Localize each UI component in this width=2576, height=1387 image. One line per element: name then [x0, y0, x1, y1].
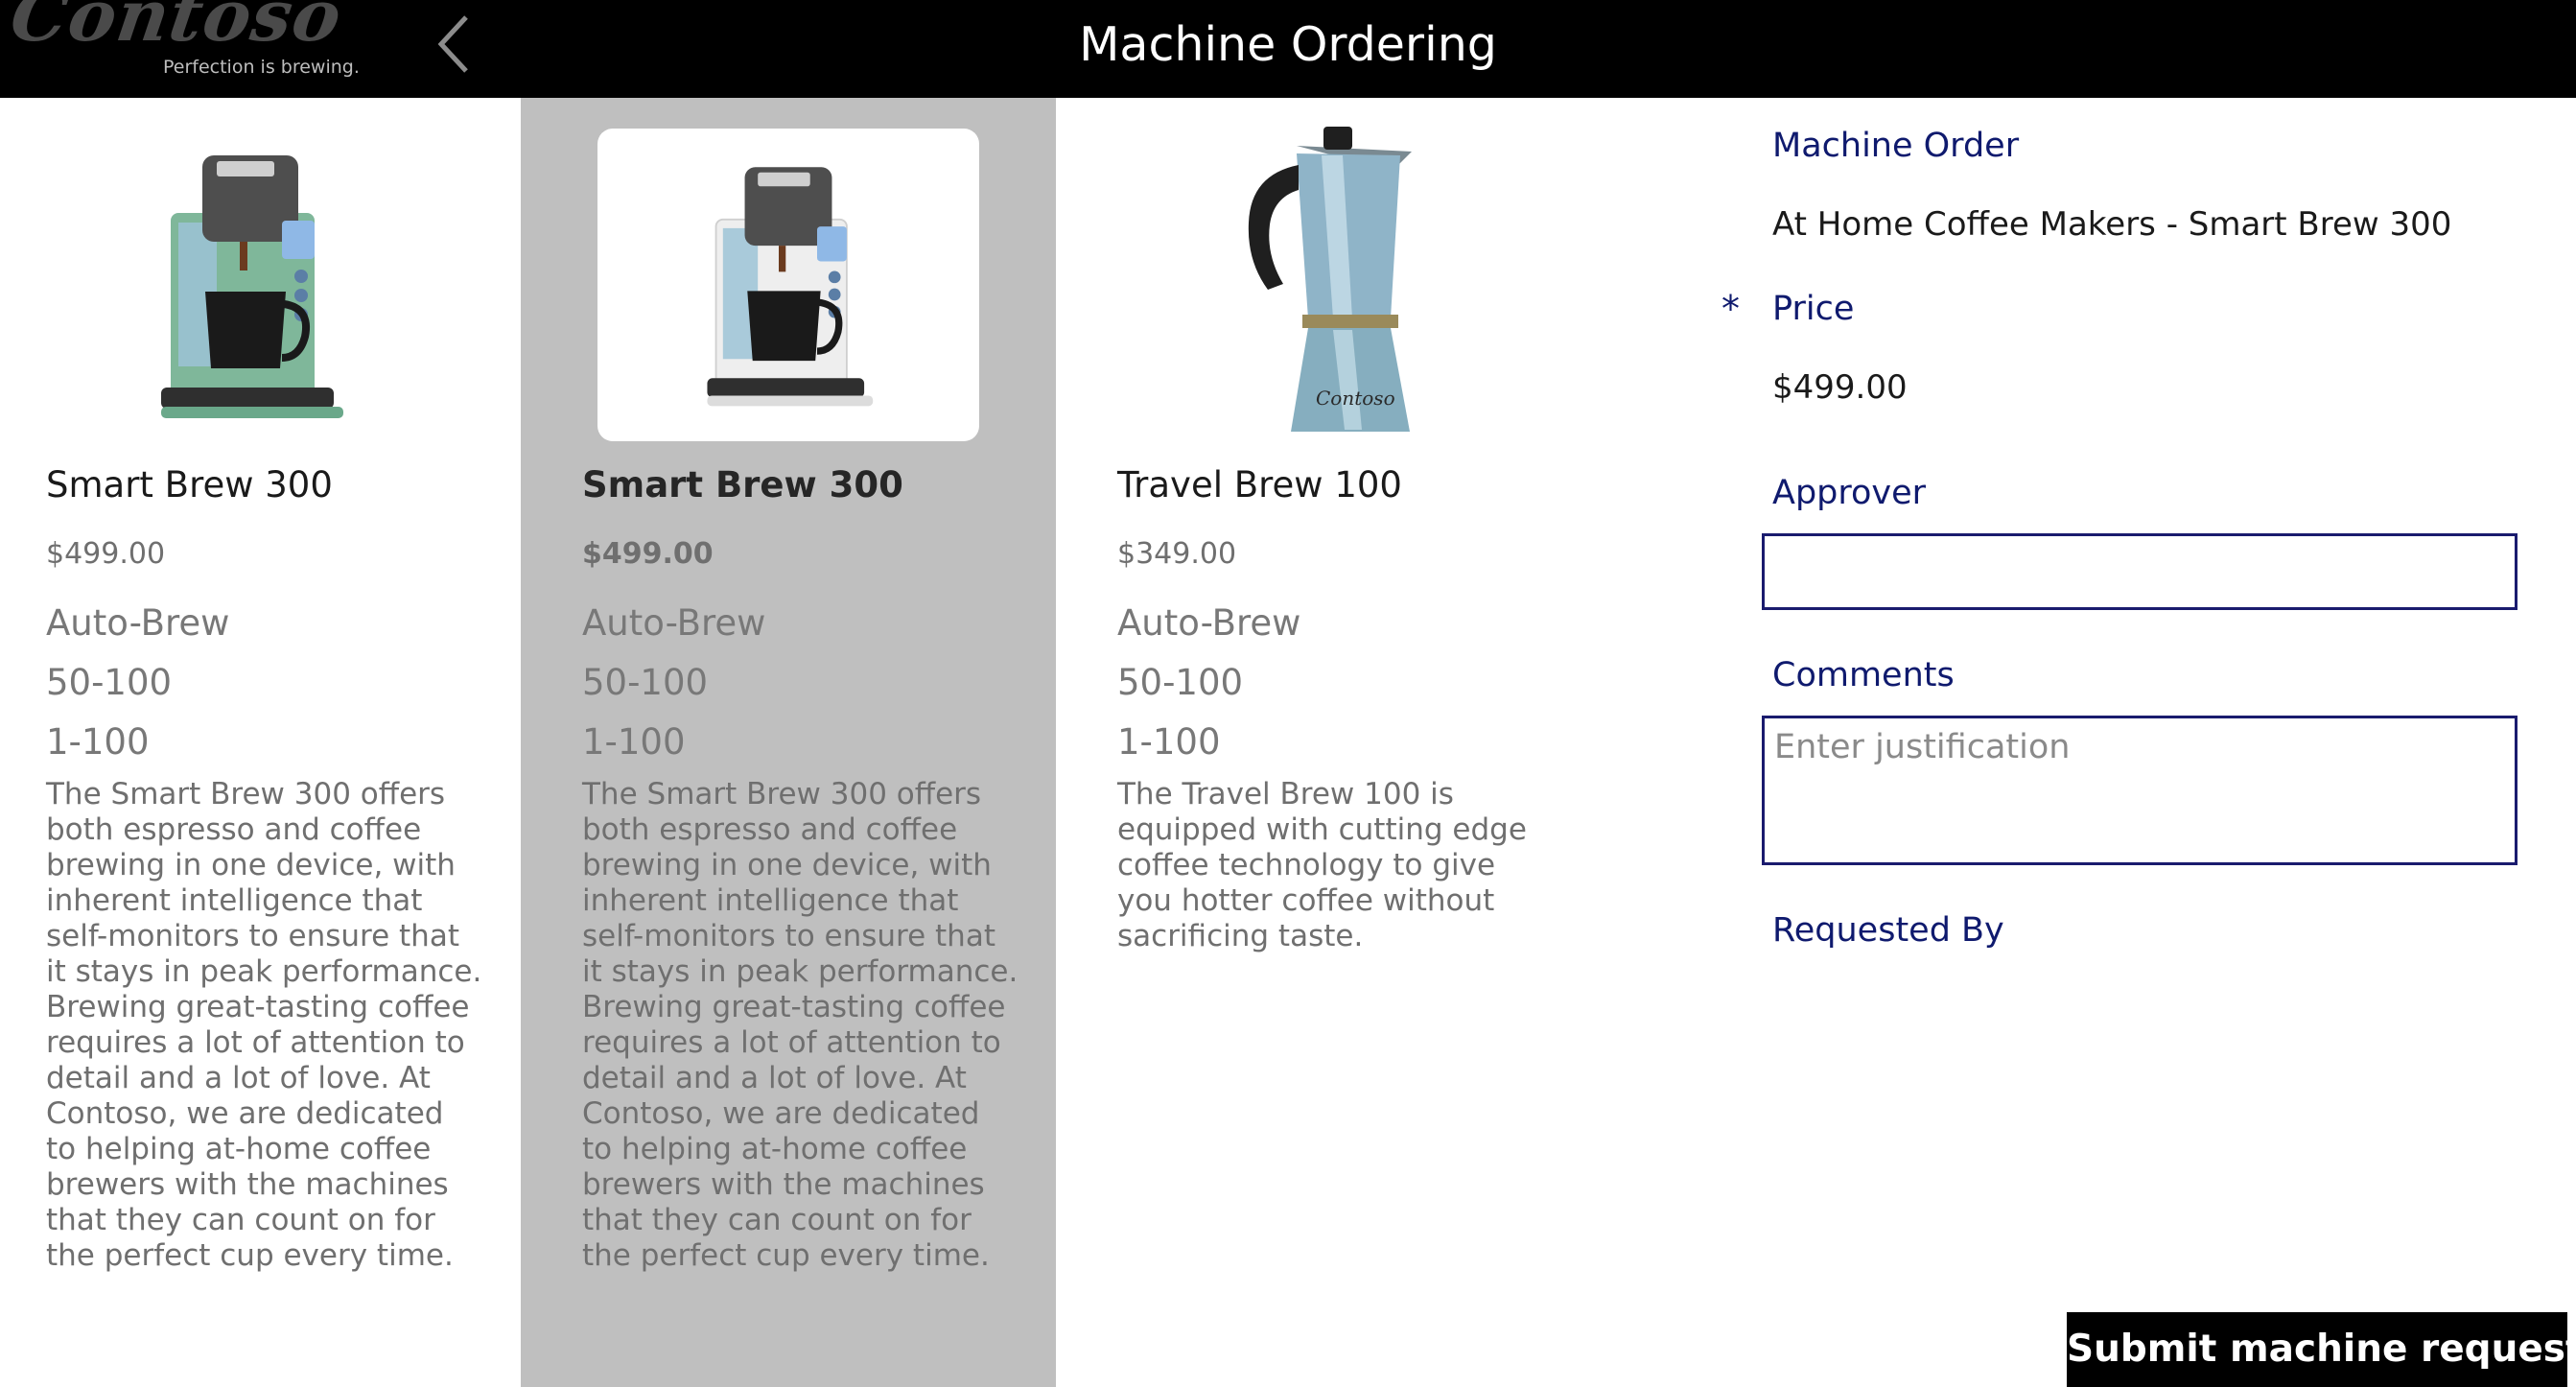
product-name: Smart Brew 300: [46, 464, 333, 505]
price-label: Price: [1772, 290, 1855, 328]
approver-label: Approver: [1772, 474, 1927, 512]
back-button[interactable]: [433, 13, 476, 75]
comments-textarea[interactable]: [1765, 718, 2515, 862]
approver-field[interactable]: [1762, 533, 2517, 610]
gallery-item[interactable]: Contoso Travel Brew 100 $349.00 Auto-Bre…: [1056, 98, 1591, 1387]
product-price: $499.00: [46, 537, 166, 571]
product-price: $499.00: [582, 537, 714, 571]
product-image: Contoso: [1142, 127, 1524, 441]
comments-field[interactable]: [1762, 716, 2517, 865]
gallery-item-selected[interactable]: Smart Brew 300 $499.00 Auto-Brew 50-100 …: [521, 98, 1056, 1387]
moka-pot-icon: Contoso: [1248, 127, 1412, 432]
coffee-machine-white-icon: [707, 167, 874, 407]
comments-label: Comments: [1772, 656, 1955, 694]
gallery-item[interactable]: Smart Brew 300 $499.00 Auto-Brew 50-100 …: [0, 98, 535, 1387]
header-bar: Contoso Perfection is brewing. Machine O…: [0, 0, 2576, 98]
product-name: Travel Brew 100: [1117, 464, 1402, 505]
product-image: [597, 129, 979, 441]
product-description: The Smart Brew 300 offers both espresso …: [46, 777, 482, 1273]
product-spec-capacity: 50-100: [1117, 662, 1244, 703]
product-spec-capacity: 50-100: [46, 662, 173, 703]
price-value: $499.00: [1772, 368, 1908, 407]
product-spec-brew-type: Auto-Brew: [582, 602, 766, 644]
submit-machine-request-button[interactable]: Submit machine request: [2067, 1312, 2576, 1387]
product-spec-capacity: 50-100: [582, 662, 709, 703]
coffee-machine-green-icon: [161, 155, 343, 418]
machine-order-value: At Home Coffee Makers - Smart Brew 300: [1772, 205, 2452, 244]
product-spec-range: 1-100: [582, 721, 686, 763]
product-spec-brew-type: Auto-Brew: [1117, 602, 1301, 644]
product-spec-range: 1-100: [1117, 721, 1221, 763]
product-description: The Smart Brew 300 offers both espresso …: [582, 777, 1019, 1273]
page-title: Machine Ordering: [1079, 17, 1497, 72]
required-marker: *: [1721, 288, 1740, 330]
product-price: $349.00: [1117, 537, 1237, 571]
product-name: Smart Brew 300: [582, 464, 903, 505]
product-image: [59, 129, 441, 441]
requested-by-label: Requested By: [1772, 911, 2004, 950]
chevron-left-icon: [437, 15, 468, 73]
product-spec-brew-type: Auto-Brew: [46, 602, 230, 644]
approver-input[interactable]: [1765, 536, 2515, 607]
machine-order-label: Machine Order: [1772, 127, 2020, 165]
moka-pot-brand-text: Contoso: [1316, 387, 1395, 410]
product-spec-range: 1-100: [46, 721, 150, 763]
product-description: The Travel Brew 100 is equipped with cut…: [1117, 777, 1527, 953]
